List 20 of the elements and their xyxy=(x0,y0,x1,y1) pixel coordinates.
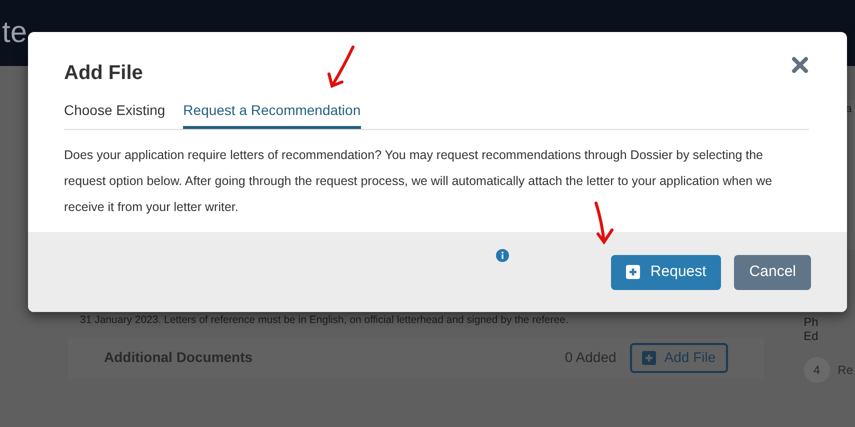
added-count: 0 Added xyxy=(564,348,616,367)
close-button[interactable] xyxy=(791,56,809,74)
close-icon xyxy=(791,56,809,74)
section-title: Additional Documents xyxy=(104,348,254,367)
arrow-annotation-drawing xyxy=(592,200,616,246)
sidebar-text: Ph xyxy=(804,314,820,331)
logo: te xyxy=(2,18,28,48)
dialog-title: Add File xyxy=(64,61,143,86)
sidebar-text: Ed xyxy=(804,328,820,345)
notice-text: 31 January 2023. Letters of reference must be in English, on official letterhead and signed by the referee. xyxy=(79,315,570,326)
dialog-body-text: Does your application require letters of recommendation? You may request recommendations through Dossier by selecting the request option below. After going through the request process, we will automatically attach the letter to your application when we receive it from your letter writer. xyxy=(64,147,774,216)
arrow-annotation-drawing xyxy=(326,44,356,90)
plus-icon xyxy=(642,350,656,364)
step-number: 4 xyxy=(804,357,830,383)
plus-icon xyxy=(626,265,640,279)
tab[interactable]: Choose Existing xyxy=(64,100,166,129)
request-button[interactable]: Request xyxy=(611,254,722,290)
info-icon xyxy=(496,248,509,262)
tab[interactable]: Request a Recommendation xyxy=(183,100,361,129)
cancel-button[interactable]: Cancel xyxy=(734,254,811,290)
